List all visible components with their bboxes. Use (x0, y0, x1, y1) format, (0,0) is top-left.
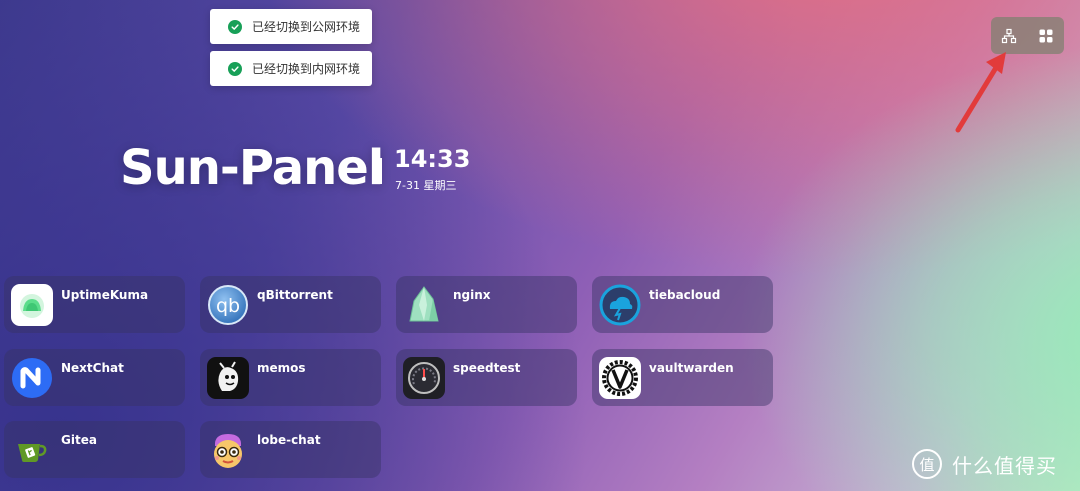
page-title: Sun-Panel (120, 140, 384, 196)
app-card-vaultwarden[interactable]: vaultwarden (592, 349, 773, 406)
app-title: memos (257, 361, 306, 375)
watermark: 值 什么值得买 (910, 447, 1057, 481)
qbittorrent-icon: qb (207, 284, 249, 326)
vaultwarden-icon (599, 357, 641, 399)
notification-text: 已经切换到内网环境 (252, 62, 361, 76)
network-switch-button[interactable] (996, 23, 1022, 49)
svg-text:值: 值 (919, 456, 934, 474)
annotation-arrow (955, 52, 1006, 133)
notification-toast: 已经切换到内网环境 (210, 51, 372, 86)
tiebacloud-icon (599, 284, 641, 326)
app-card-nginx[interactable]: nginx (396, 276, 577, 333)
notification-text: 已经切换到公网环境 (252, 20, 361, 34)
app-title: Gitea (61, 433, 97, 447)
lobe-chat-icon (207, 429, 249, 471)
top-toolbar (991, 17, 1064, 54)
app-title: vaultwarden (649, 361, 734, 375)
memos-icon (207, 357, 249, 399)
success-check-icon (228, 61, 242, 76)
app-title: NextChat (61, 361, 124, 375)
network-icon (1002, 28, 1017, 43)
notification-toast: 已经切换到公网环境 (210, 9, 372, 44)
watermark-logo-icon: 值 (912, 449, 942, 479)
app-title: tiebacloud (649, 288, 721, 302)
title-divider (380, 158, 382, 184)
watermark-text: 什么值得买 (952, 453, 1057, 478)
clock-date: 7-31 星期三 (395, 179, 457, 192)
app-card-lobe-chat[interactable]: lobe-chat (200, 421, 381, 478)
app-card-gitea[interactable]: Gitea (4, 421, 185, 478)
app-card-qbittorrent[interactable]: qb qBittorrent (200, 276, 381, 333)
svg-text:qb: qb (216, 295, 240, 317)
grid-icon (1039, 29, 1053, 42)
app-title: nginx (453, 288, 491, 302)
nextchat-icon (11, 357, 53, 399)
nginx-icon (403, 284, 445, 326)
clock-time: 14:33 (394, 145, 471, 173)
app-card-uptimekuma[interactable]: UptimeKuma (4, 276, 185, 333)
app-card-speedtest[interactable]: speedtest (396, 349, 577, 406)
uptimekuma-icon (11, 284, 53, 326)
app-title: speedtest (453, 361, 521, 375)
app-title: UptimeKuma (61, 288, 149, 302)
app-card-nextchat[interactable]: NextChat (4, 349, 185, 406)
speedtest-icon (403, 357, 445, 399)
app-card-memos[interactable]: memos (200, 349, 381, 406)
app-grid-button[interactable] (1033, 23, 1059, 49)
success-check-icon (228, 19, 242, 34)
app-title: lobe-chat (257, 433, 321, 447)
gitea-icon (11, 429, 53, 471)
app-title: qBittorrent (257, 288, 333, 302)
app-card-tiebacloud[interactable]: tiebacloud (592, 276, 773, 333)
